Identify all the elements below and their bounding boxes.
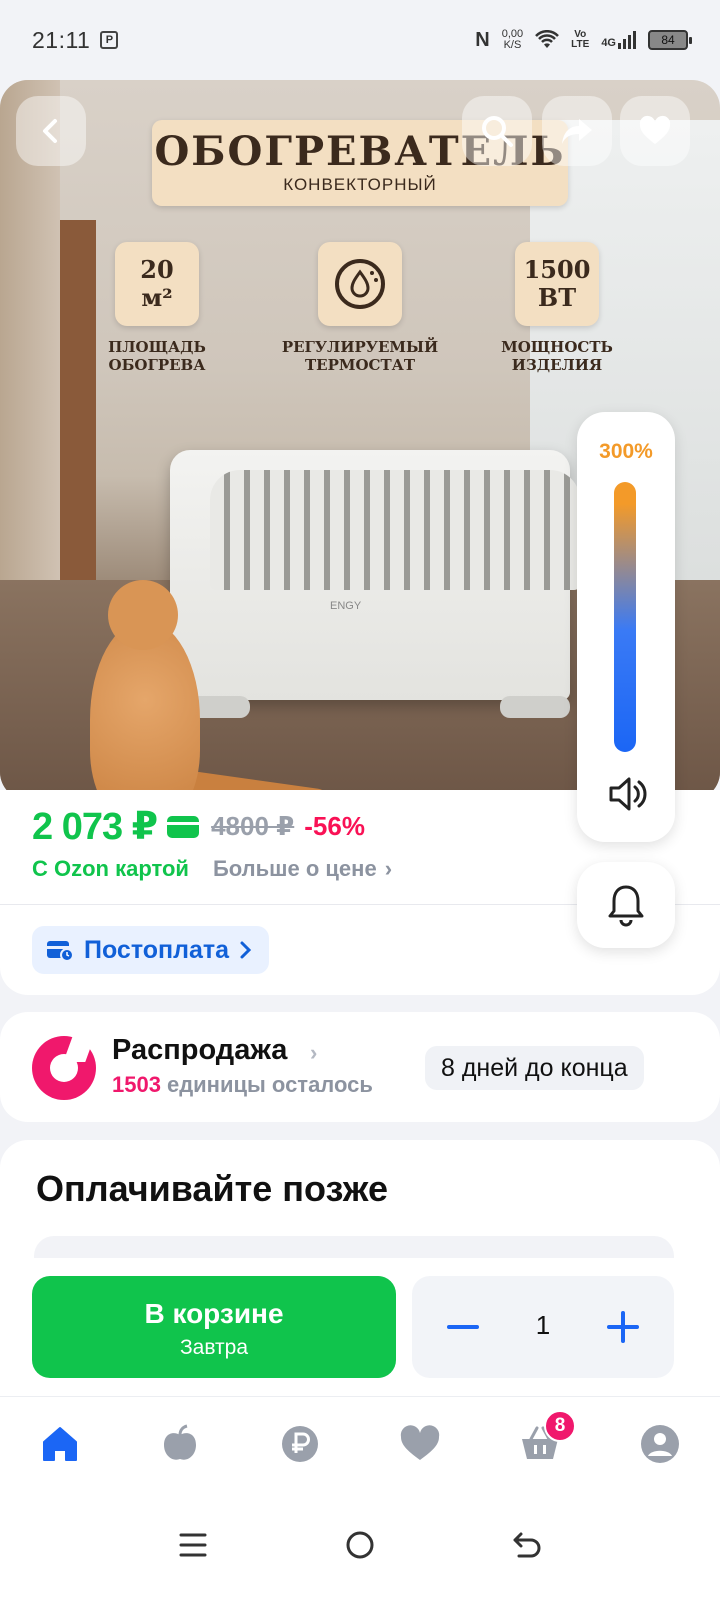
heart-icon (639, 115, 671, 144)
volte-indicator: Vo LTE (571, 30, 589, 50)
nav-cart[interactable]: 8 (510, 1409, 576, 1474)
feature-area-label: ПЛОЩАДЬ ОБОГРЕВА (108, 338, 206, 374)
nav-fresh[interactable] (150, 1414, 210, 1474)
ozon-card-icon (167, 815, 200, 838)
screen: 21:11 P N 0,00 K/S Vo LTE 4G 84 ОБОГРЕВА… (0, 0, 720, 1600)
profile-icon (641, 1424, 679, 1463)
quantity-stepper: 1 (412, 1276, 674, 1378)
delivery-label: Завтра (179, 1336, 249, 1359)
price-current: 2 073 ₽ (32, 806, 158, 848)
nav-finance[interactable] (270, 1414, 330, 1474)
share-button[interactable] (542, 96, 612, 166)
bottom-navigation: 8 (0, 1396, 720, 1490)
network-speed-unit: K/S (503, 39, 522, 51)
quantity-value: 1 (535, 1310, 551, 1340)
search-button[interactable] (462, 96, 532, 166)
share-arrow-icon (562, 119, 592, 144)
price-row: 2 073 ₽ 4800 ₽ -56% (32, 804, 365, 849)
feature-thermostat: РЕГУЛИРУЕМЫЙ ТЕРМОСТАТ (275, 242, 445, 374)
nav-favorites[interactable] (390, 1414, 450, 1474)
apple-icon (164, 1424, 196, 1460)
volume-percent: 300% (599, 440, 653, 463)
cell-signal-icon: 4G (601, 31, 636, 49)
feature-area: 20 м² ПЛОЩАДЬ ОБОГРЕВА (72, 242, 242, 374)
pay-later-title: Оплачивайте позже (36, 1168, 388, 1209)
sale-logo-icon (32, 1036, 96, 1100)
sale-title: Распродажа (112, 1034, 288, 1066)
battery-icon: 84 (648, 30, 692, 50)
product-banner-subtitle: КОНВЕКТОРНЫЙ (283, 175, 437, 194)
status-icons: N 0,00 K/S Vo LTE 4G 84 (475, 28, 692, 52)
system-navigation (0, 1490, 720, 1600)
ruble-icon (282, 1425, 318, 1462)
heater-brand: ENGY (330, 600, 362, 612)
cat-illustration (80, 580, 332, 800)
cart-count-badge: 8 (544, 1409, 576, 1442)
search-icon (482, 116, 513, 147)
volume-slider[interactable] (614, 482, 636, 752)
thermostat-icon (318, 242, 402, 326)
feature-thermostat-label: РЕГУЛИРУЕМЫЙ ТЕРМОСТАТ (281, 338, 439, 374)
network-type: 4G (601, 37, 616, 49)
feature-area-value: 20 м² (115, 242, 199, 326)
speaker-icon[interactable] (605, 772, 649, 816)
sale-remaining: 1503 единицы осталось (112, 1072, 373, 1098)
volume-panel: 300% (577, 412, 675, 842)
sale-deadline-badge: 8 дней до конца (425, 1046, 644, 1090)
more-about-price-link[interactable]: Больше о цене (213, 856, 377, 882)
heart-icon (400, 1424, 440, 1460)
recent-apps-icon[interactable] (177, 1530, 209, 1560)
status-bar: 21:11 P N 0,00 K/S Vo LTE 4G 84 (0, 0, 720, 80)
price-discount: -56% (304, 811, 365, 841)
price-subrow: С Ozon картой Больше о цене › (32, 856, 392, 882)
chevron-right-icon: › (384, 856, 393, 881)
favorite-button[interactable] (620, 96, 690, 166)
network-speed: 0,00 K/S (502, 29, 523, 51)
bell-icon (608, 885, 644, 927)
postpay-label: Постоплата (84, 935, 230, 964)
price-old: 4800 ₽ (211, 811, 295, 841)
wallet-clock-icon (47, 941, 74, 962)
feature-power-label: МОЩНОСТЬ ИЗДЕЛИЯ (501, 338, 613, 374)
chevron-right-icon: › (310, 1040, 318, 1065)
volte-bottom: LTE (571, 39, 590, 50)
battery-level: 84 (661, 33, 675, 47)
buy-bar: В корзине Завтра 1 (0, 1258, 720, 1396)
feature-power-value: 1500 ВТ (515, 242, 599, 326)
chevron-right-icon (240, 941, 252, 959)
status-time: 21:11 (32, 26, 91, 53)
back-icon[interactable] (511, 1530, 543, 1560)
app-notification-icon: P (100, 31, 119, 49)
ozon-card-label: С Ozon картой (32, 856, 189, 881)
home-icon (43, 1426, 77, 1461)
decrease-quantity-button[interactable] (442, 1306, 484, 1348)
in-cart-label: В корзине (144, 1298, 284, 1329)
increase-quantity-button[interactable] (602, 1306, 644, 1348)
sale-card[interactable]: Распродажа › 1503 единицы осталось 8 дней… (0, 1012, 720, 1122)
nav-home[interactable] (30, 1414, 90, 1474)
notification-bell-button[interactable] (577, 862, 675, 948)
in-cart-button[interactable]: В корзине Завтра (32, 1276, 396, 1378)
wifi-icon (535, 30, 560, 48)
sale-remaining-count: 1503 (112, 1072, 161, 1097)
back-arrow-icon (43, 119, 57, 143)
feature-power: 1500 ВТ МОЩНОСТЬ ИЗДЕЛИЯ (472, 242, 642, 374)
back-button[interactable] (16, 96, 86, 166)
home-circle-icon[interactable] (344, 1529, 376, 1561)
nav-profile[interactable] (630, 1414, 690, 1474)
nfc-icon: N (475, 28, 490, 51)
sale-remaining-suffix: единицы осталось (166, 1072, 373, 1097)
postpay-button[interactable]: Постоплата (32, 926, 270, 974)
